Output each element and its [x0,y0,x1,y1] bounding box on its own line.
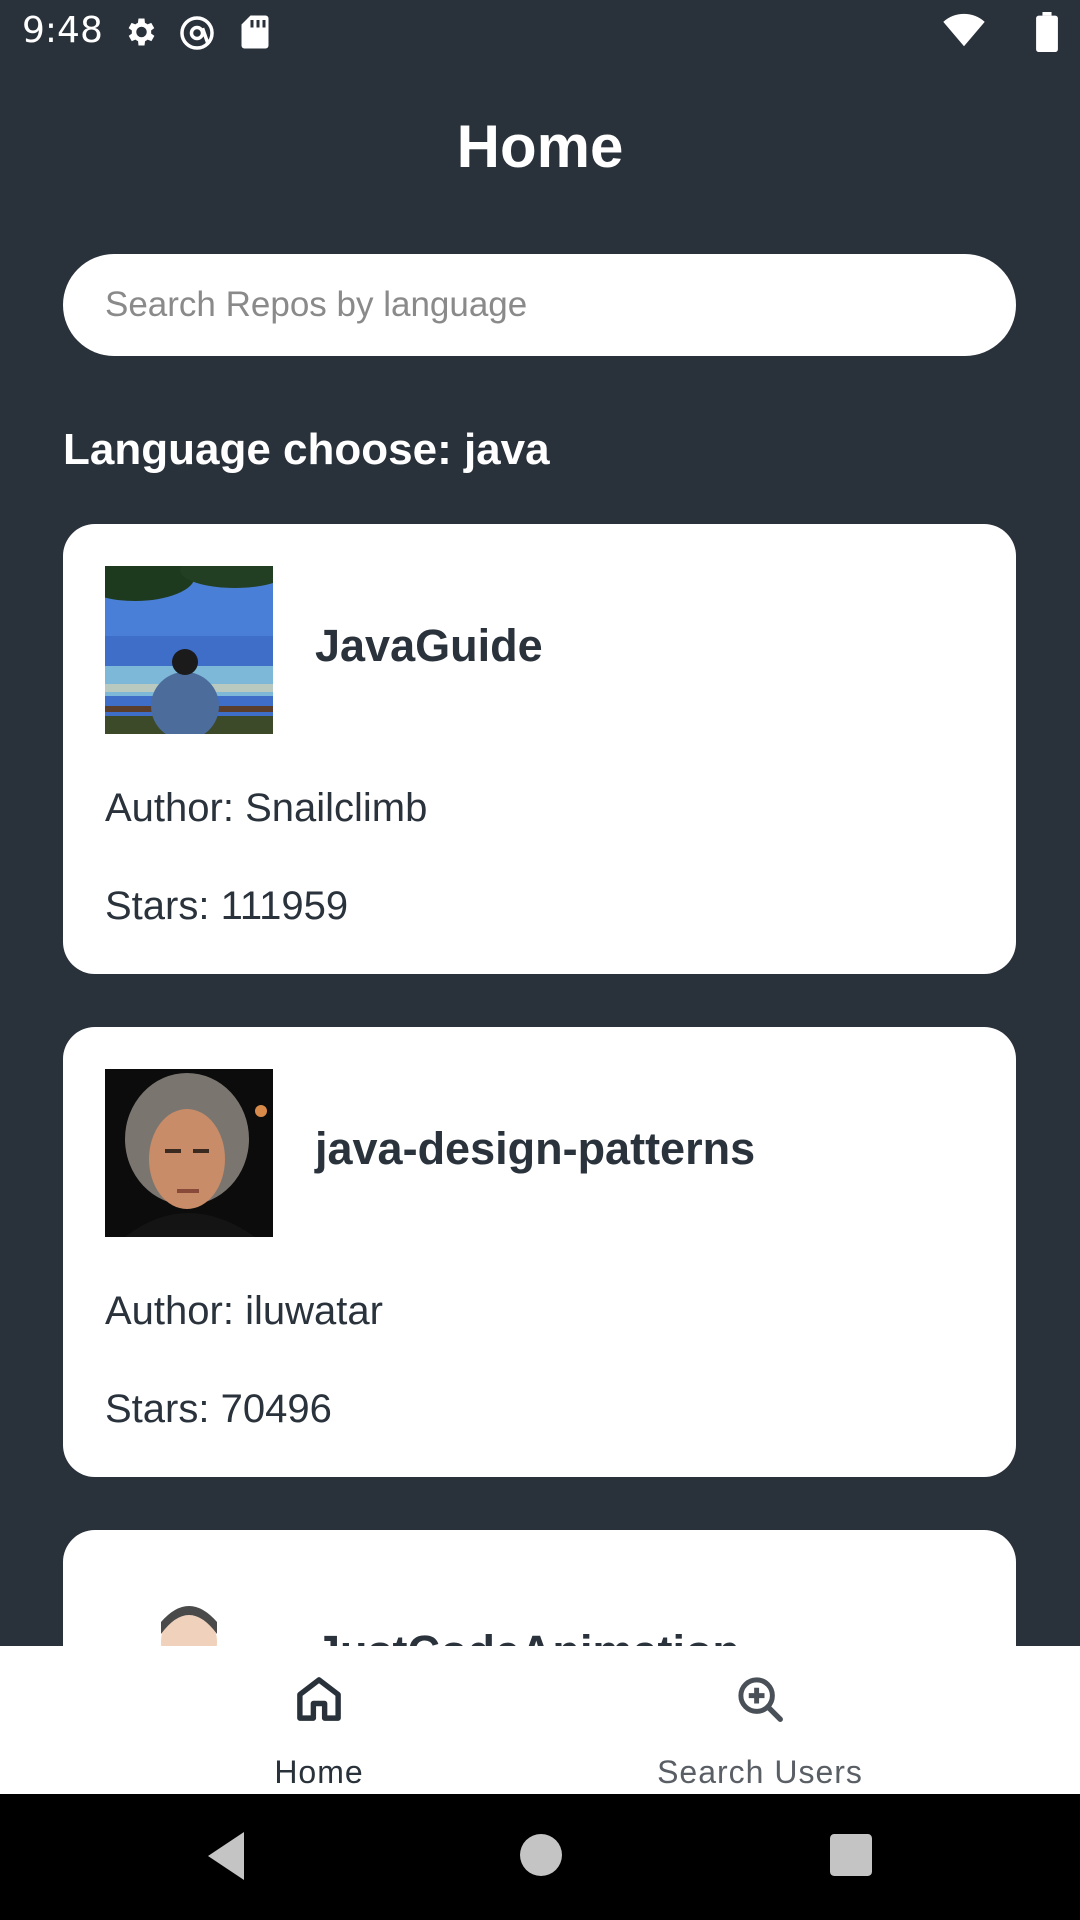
sd-card-icon [240,14,270,55]
repo-stars: Stars: 70496 [105,1387,332,1431]
system-navigation-bar [0,1794,1080,1920]
repo-list[interactable]: JavaGuide Author: Snailclimb Stars: 1119… [0,0,1080,1646]
language-label: Language choose: java [63,425,550,474]
wifi-icon [942,12,986,53]
search-input[interactable] [63,254,1016,356]
repo-avatar [105,1069,273,1237]
nav-search-users-label: Search Users [657,1754,863,1790]
repo-stars: Stars: 111959 [105,884,349,928]
repo-name: java-design-patterns [315,1123,756,1174]
search-plus-icon [733,1672,787,1731]
repo-card[interactable]: JavaGuide Author: Snailclimb Stars: 1119… [63,524,1016,974]
repo-name: JavaGuide [315,620,543,671]
bottom-navigation: Home Search Users [0,1646,1080,1794]
repo-avatar [105,1572,273,1646]
at-sign-icon [178,14,216,57]
settings-gear-icon [122,14,158,55]
status-time: 9:48 [22,10,103,51]
battery-icon [1036,12,1058,57]
repo-avatar [105,566,273,734]
repo-author: Author: Snailclimb [105,786,428,830]
home-circle-icon[interactable] [520,1834,562,1881]
home-icon [292,1672,346,1731]
repo-card[interactable]: java-design-patterns Author: iluwatar St… [63,1027,1016,1477]
repo-card[interactable]: JustCodeAnimation [63,1530,1016,1646]
repo-name: JustCodeAnimation [315,1626,740,1646]
nav-search-users[interactable]: Search Users [490,1646,1030,1794]
page-title: Home [456,113,624,180]
back-icon[interactable] [204,1830,248,1887]
recents-square-icon[interactable] [830,1834,872,1881]
repo-author: Author: iluwatar [105,1289,383,1333]
status-bar: 9:48 [0,0,1080,64]
